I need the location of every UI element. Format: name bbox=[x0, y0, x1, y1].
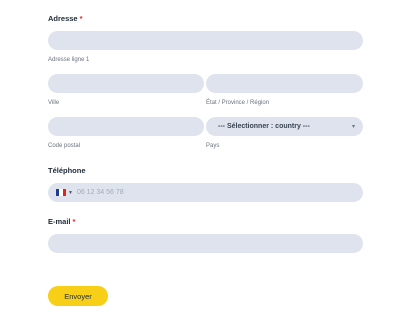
address-line1-input[interactable] bbox=[48, 31, 363, 50]
email-label: E-mail * bbox=[48, 217, 75, 226]
postal-code-caption: Code postal bbox=[48, 143, 81, 149]
address-line1-caption: Adresse ligne 1 bbox=[48, 57, 90, 63]
city-caption: Ville bbox=[48, 100, 60, 106]
france-flag-icon[interactable] bbox=[56, 189, 66, 196]
address-label: Adresse * bbox=[48, 14, 83, 23]
phone-input[interactable]: ▼ 06 12 34 56 78 bbox=[48, 183, 363, 202]
address-label-text: Adresse bbox=[48, 14, 78, 23]
required-mark: * bbox=[72, 217, 76, 226]
state-caption: État / Province / Région bbox=[206, 100, 270, 106]
email-label-text: E-mail bbox=[48, 217, 71, 226]
caret-down-icon[interactable]: ▼ bbox=[68, 190, 73, 196]
email-input[interactable] bbox=[48, 234, 363, 253]
required-mark: * bbox=[79, 14, 83, 23]
phone-placeholder: 06 12 34 56 78 bbox=[76, 189, 124, 196]
state-input[interactable] bbox=[206, 74, 363, 93]
city-input[interactable] bbox=[48, 74, 204, 93]
submit-button[interactable]: Envoyer bbox=[48, 286, 108, 306]
phone-label: Téléphone bbox=[48, 166, 86, 175]
country-select-value: --- Sélectionner : country --- bbox=[218, 123, 310, 130]
chevron-down-icon: ▾ bbox=[351, 124, 355, 130]
postal-code-input[interactable] bbox=[48, 117, 204, 136]
country-caption: Pays bbox=[206, 143, 220, 149]
country-select[interactable]: --- Sélectionner : country --- ▾ bbox=[206, 117, 363, 136]
